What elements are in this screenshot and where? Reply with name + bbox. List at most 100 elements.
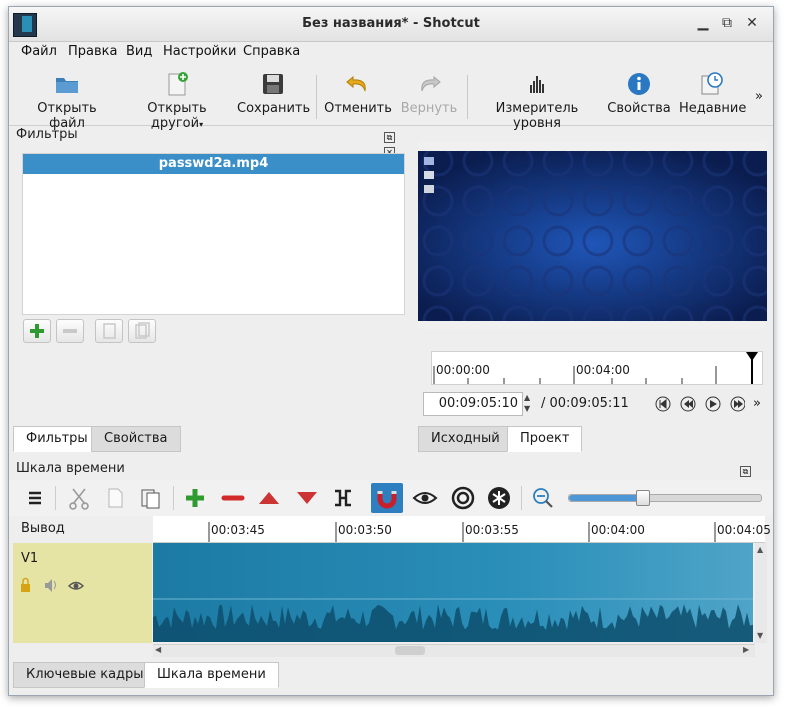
toolbar-separator [521,486,522,510]
redo-button[interactable]: Вернуть [397,67,461,123]
timeline-horizontal-scrollbar[interactable]: ◀ ▶ [153,644,755,657]
open-file-button[interactable]: Открыть файл [19,67,115,131]
save-button[interactable]: Сохранить [237,67,310,123]
plus-icon [30,324,44,338]
horizontal-scroll-thumb[interactable] [395,646,425,655]
timeline-dock-buttons: ⧉✕ [740,463,764,492]
level-meter-button[interactable]: Измеритель уровня [473,67,601,131]
menu-settings[interactable]: Настройки [163,44,236,59]
add-filter-button[interactable] [23,319,51,343]
ruler-label: 00:03:45 [211,523,265,537]
skip-previous-icon[interactable] [655,396,671,412]
timecode-spinner[interactable]: ▲ ▼ [524,392,536,416]
overwrite-icon[interactable] [293,484,321,512]
app-window: Без названия* - Shotcut ▁ ⧉ ✕ Файл Правк… [8,6,774,696]
window-title: Без названия* - Shotcut [302,16,480,31]
toolbar-separator [467,75,468,119]
float-icon[interactable]: ⧉ [740,466,751,477]
v1-track-header[interactable]: V1 [13,543,152,643]
zoom-out-icon[interactable] [529,484,557,512]
append-icon[interactable] [181,484,209,512]
menu-help[interactable]: Справка [243,44,300,59]
split-icon[interactable] [329,484,357,512]
timeline-clip[interactable] [153,543,753,642]
timeline-vertical-scrollbar[interactable]: ▲ ▼ [755,543,767,643]
copy-icon [103,323,116,339]
position-timecode-field[interactable]: 00:09:05:10 [423,392,523,416]
lock-icon[interactable] [21,577,30,593]
paste-filter-button[interactable] [128,319,156,343]
ruler-label: 00:03:55 [465,523,519,537]
duration-timecode: / 00:09:05:11 [541,396,629,411]
menu-icon[interactable] [21,484,49,512]
play-icon[interactable] [705,396,721,412]
maximize-icon[interactable]: ⧉ [719,15,735,31]
undo-button[interactable]: Отменить [323,67,393,123]
scroll-left-icon[interactable]: ◀ [155,645,161,654]
speaker-icon[interactable] [45,579,56,592]
snap-button[interactable] [371,483,403,513]
folder-icon [56,78,78,93]
filter-list[interactable]: passwd2a.mp4 [22,153,405,315]
close-icon[interactable]: ✕ [744,15,760,31]
tab-project[interactable]: Проект [507,426,583,452]
tab-filters[interactable]: Фильтры [13,426,101,452]
new-file-icon [168,72,188,96]
filters-panel-title: Фильтры [16,127,78,142]
main-toolbar: Открыть файл Открыть другой▾ Сохранить О… [9,65,773,131]
timeline-ruler[interactable]: 00:03:45 00:03:50 00:03:55 00:04:00 00:0… [153,516,771,543]
minimize-icon[interactable]: ▁ [695,15,711,31]
open-other-button[interactable]: Открыть другой▾ [123,67,231,131]
properties-button[interactable]: Свойства [607,67,671,123]
ruler-label: 00:03:50 [338,523,392,537]
recent-button[interactable]: Недавние [679,67,746,123]
zoom-slider-handle[interactable] [635,490,650,506]
cut-icon[interactable] [65,484,93,512]
lift-icon[interactable] [255,484,283,512]
audio-meter-icon [530,76,544,93]
player-ruler-mid: 00:04:00 [576,363,630,377]
ripple-all-icon[interactable] [485,484,513,512]
recent-clock-icon [701,72,723,95]
tab-properties[interactable]: Свойства [91,426,181,452]
transport-controls [655,396,745,412]
copy-icon[interactable] [101,484,129,512]
player-overflow-button[interactable]: » [753,396,761,411]
menu-file[interactable]: Файл [21,44,57,59]
copy-filter-button[interactable] [95,319,123,343]
tab-keyframes[interactable]: Ключевые кадры [13,662,157,688]
tab-timeline[interactable]: Шкала времени [144,662,279,688]
playhead-icon[interactable] [746,352,758,361]
menu-view[interactable]: Вид [126,44,152,59]
fast-forward-icon[interactable] [730,396,745,412]
menu-edit[interactable]: Правка [68,44,117,59]
float-icon[interactable]: ⧉ [384,132,395,143]
preview-frame [418,141,767,329]
player-ruler-start: 00:00:00 [436,363,490,377]
info-icon [628,73,650,95]
filters-dock-buttons: ⧉✕ [384,129,408,158]
output-track-header: Вывод [13,516,152,542]
scroll-up-icon[interactable]: ▲ [757,545,763,554]
player-scrubber[interactable]: 00:00:00 00:04:00 [431,351,763,385]
track-controls [21,577,85,593]
ripple-target-icon[interactable] [449,484,477,512]
paste-icon[interactable] [137,484,165,512]
tab-source[interactable]: Исходный [418,426,513,452]
toolbar-separator [173,486,174,510]
video-preview[interactable] [418,141,767,329]
menu-bar: Файл Правка Вид Настройки Справка [9,42,773,64]
remove-filter-button[interactable] [56,319,84,343]
eye-icon[interactable] [67,581,85,590]
zoom-slider-fill [569,495,642,501]
remove-icon[interactable] [219,484,247,512]
scrub-eye-icon[interactable] [411,484,439,512]
rewind-icon[interactable] [680,396,696,412]
toolbar-overflow-button[interactable]: » [751,89,767,145]
audio-waveform [153,598,753,642]
scroll-down-icon[interactable]: ▼ [757,631,763,640]
scroll-right-icon[interactable]: ▶ [743,645,749,654]
zoom-slider[interactable] [568,490,762,506]
output-label: Вывод [21,521,65,536]
timeline-toolbar [9,480,773,516]
